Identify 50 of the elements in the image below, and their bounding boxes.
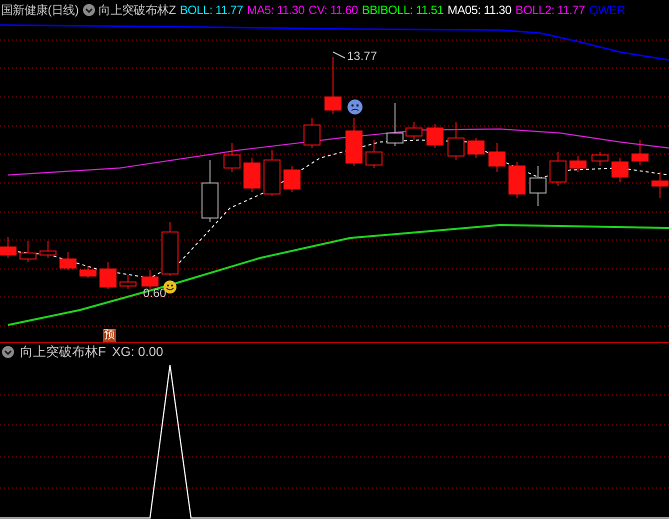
- candlestick: [80, 266, 96, 278]
- candlestick: [0, 236, 16, 258]
- candlestick: [570, 156, 586, 172]
- candlestick: [100, 262, 116, 290]
- candlestick: [60, 252, 76, 270]
- candlestick: [304, 118, 320, 148]
- candlestick: [488, 142, 506, 172]
- low-price-label: 0.60: [143, 287, 166, 299]
- candlestick: [366, 140, 382, 168]
- indicator-value: BOLL2: 11.77: [515, 2, 585, 19]
- candlestick: [120, 274, 136, 290]
- candlestick: [530, 166, 546, 206]
- indicator-name: 向上突破布林F: [20, 343, 106, 362]
- candlestick: [346, 118, 362, 166]
- candlestick: [406, 122, 422, 140]
- candlestick: [264, 150, 280, 196]
- candlestick: [592, 152, 608, 166]
- candlestick: [448, 122, 464, 160]
- candlestick: [20, 240, 36, 262]
- indicator-value: MA5: 11.30: [247, 2, 305, 19]
- candlestick: [224, 142, 240, 172]
- candlestick: [612, 158, 628, 182]
- indicator-value: BBIBOLL: 11.51: [362, 2, 444, 19]
- sad-face-icon: [347, 99, 363, 115]
- indicator-value: QWER: [588, 2, 626, 19]
- indicator-value: BOLL: 11.77: [180, 2, 244, 19]
- indicator-value: CV: 11.60: [308, 2, 358, 19]
- leader-line: [332, 52, 346, 58]
- candlestick: [550, 152, 566, 186]
- candlestick: [324, 56, 342, 114]
- indicator-name: 向上突破布林Z: [98, 2, 176, 19]
- candlestick: [426, 124, 444, 148]
- candlestick: [40, 240, 56, 258]
- candlestick: [244, 158, 260, 192]
- candlestick: [162, 222, 178, 276]
- candlestick: [652, 172, 668, 198]
- candlestick: [284, 166, 300, 192]
- candlestick: [632, 140, 648, 166]
- candlestick: [468, 138, 484, 158]
- candlestick: [386, 102, 404, 146]
- indicator-value: XG: 0.00: [112, 343, 164, 362]
- chevron-down-icon[interactable]: [2, 346, 14, 358]
- candlestick: [142, 270, 158, 290]
- indicator-value: MA05: 11.30: [448, 2, 512, 19]
- signal-badge: 预: [103, 329, 116, 342]
- stock-name: 国新健康(日线): [1, 2, 79, 19]
- high-price-label: 13.77: [347, 50, 378, 62]
- candlestick: [508, 162, 526, 198]
- chevron-down-icon[interactable]: [82, 4, 95, 16]
- candlestick: [202, 160, 218, 222]
